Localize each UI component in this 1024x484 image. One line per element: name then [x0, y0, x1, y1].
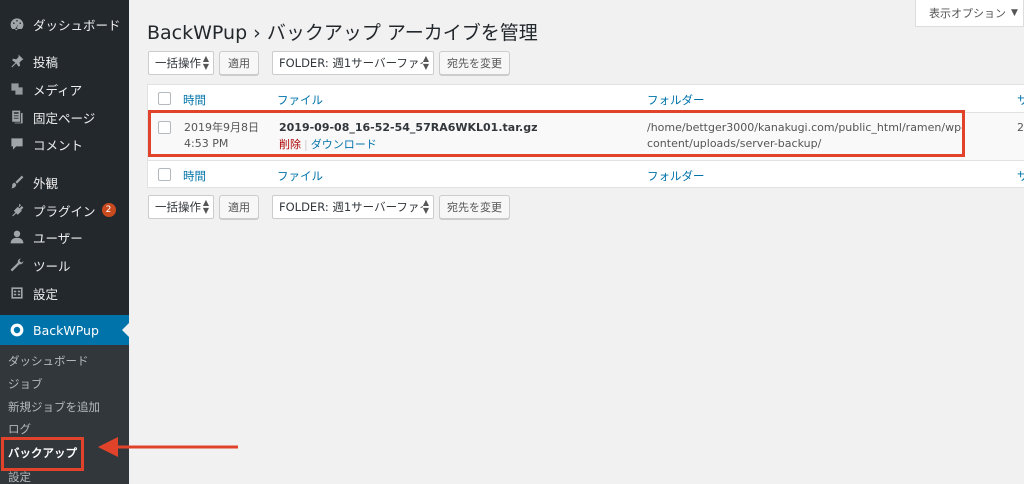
menu-item-dashboard[interactable]: ダッシュボード — [0, 11, 129, 37]
page-icon — [8, 108, 26, 126]
menu-label: 外観 — [33, 175, 59, 191]
plugin-update-badge: 2 — [101, 203, 116, 217]
menu-item-settings[interactable]: 設定 — [0, 280, 129, 306]
column-time[interactable]: 時間 — [183, 92, 206, 108]
column-file[interactable]: ファイル — [277, 168, 323, 184]
menu-label: 設定 — [33, 286, 59, 302]
pin-icon — [8, 52, 26, 70]
row-highlight-box — [148, 110, 965, 157]
menu-item-media[interactable]: メディア — [0, 76, 129, 102]
bulk-action-value: 一括操作 — [155, 200, 201, 214]
folder-select-bottom[interactable]: FOLDER: 週1サーバーファイ ▲ ▼ — [272, 195, 434, 219]
select-all-checkbox-bottom[interactable] — [158, 168, 171, 181]
submenu-item-jobs[interactable]: ジョブ — [8, 376, 43, 392]
plugin-icon — [8, 201, 26, 219]
bulk-action-value: 一括操作 — [155, 56, 201, 70]
backwpup-icon — [8, 321, 26, 339]
tablenav-top: 一括操作 ▲ ▼ 適用 FOLDER: 週1サーバーファイ ▲ ▼ 宛先を変更 — [148, 51, 668, 75]
page-title: BackWPup › バックアップ アーカイブを管理 — [147, 22, 538, 44]
brush-icon — [8, 173, 26, 191]
menu-item-appearance[interactable]: 外観 — [0, 169, 129, 195]
tablenav-bottom: 一括操作 ▲ ▼ 適用 FOLDER: 週1サーバーファイ ▲ ▼ 宛先を変更 — [148, 195, 668, 219]
backups-highlight-box — [1, 437, 84, 471]
menu-item-plugins[interactable]: プラグイン 2 — [0, 197, 129, 223]
submenu-item-dashboard[interactable]: ダッシュボード — [8, 353, 89, 369]
screen-options-label: 表示オプション — [929, 7, 1006, 20]
select-all-checkbox[interactable] — [158, 92, 171, 105]
select-arrows-icon: ▲ ▼ — [422, 54, 429, 71]
user-icon — [8, 228, 26, 246]
menu-item-pages[interactable]: 固定ページ — [0, 104, 129, 130]
table-footer: 時間 ファイル フォルダー サ — [148, 160, 1024, 188]
submenu-item-add-job[interactable]: 新規ジョブを追加 — [8, 399, 100, 415]
row-size: 2 — [1017, 121, 1024, 134]
apply-button[interactable]: 適用 — [219, 51, 259, 75]
select-arrows-icon: ▲ ▼ — [422, 198, 429, 215]
media-icon — [8, 80, 26, 98]
chevron-down-icon: ▼ — [1011, 8, 1018, 18]
column-folder[interactable]: フォルダー — [647, 168, 705, 184]
menu-item-posts[interactable]: 投稿 — [0, 48, 129, 74]
menu-label: 投稿 — [33, 54, 59, 70]
menu-label: コメント — [33, 137, 84, 153]
bulk-action-select-bottom[interactable]: 一括操作 ▲ ▼ — [148, 195, 214, 219]
column-size[interactable]: サ — [1017, 168, 1024, 184]
submenu-item-logs[interactable]: ログ — [8, 421, 31, 437]
menu-item-comments[interactable]: コメント — [0, 131, 129, 157]
change-destination-button[interactable]: 宛先を変更 — [439, 51, 510, 75]
comment-icon — [8, 135, 26, 153]
select-arrows-icon: ▲ ▼ — [202, 198, 209, 215]
folder-select-value: FOLDER: 週1サーバーファイ — [279, 200, 431, 214]
screen-options-toggle[interactable]: 表示オプション ▼ — [915, 0, 1024, 27]
menu-item-tools[interactable]: ツール — [0, 252, 129, 278]
pointer-arrow — [98, 437, 238, 457]
column-folder[interactable]: フォルダー — [647, 92, 705, 108]
menu-label: BackWPup — [33, 322, 99, 338]
column-size[interactable]: サ — [1017, 92, 1024, 108]
dashboard-icon — [8, 15, 26, 33]
submenu-item-settings[interactable]: 設定 — [8, 469, 31, 484]
menu-label: ダッシュボード — [33, 17, 121, 33]
menu-item-backwpup[interactable]: BackWPup — [0, 315, 129, 345]
menu-label: ユーザー — [33, 230, 83, 246]
change-destination-button-bottom[interactable]: 宛先を変更 — [439, 195, 510, 219]
menu-label: 固定ページ — [33, 110, 96, 126]
column-file[interactable]: ファイル — [277, 92, 323, 108]
wrench-icon — [8, 256, 26, 274]
select-arrows-icon: ▲ ▼ — [202, 54, 209, 71]
bulk-action-select[interactable]: 一括操作 ▲ ▼ — [148, 51, 214, 75]
menu-label: プラグイン — [33, 203, 96, 219]
menu-label: メディア — [33, 82, 83, 98]
table-header: 時間 ファイル フォルダー サ — [148, 85, 1024, 113]
settings-icon — [8, 284, 26, 302]
folder-select-value: FOLDER: 週1サーバーファイ — [279, 56, 431, 70]
column-time[interactable]: 時間 — [183, 168, 206, 184]
folder-select[interactable]: FOLDER: 週1サーバーファイ ▲ ▼ — [272, 51, 434, 75]
menu-item-users[interactable]: ユーザー — [0, 224, 129, 250]
menu-label: ツール — [33, 258, 71, 274]
apply-button-bottom[interactable]: 適用 — [219, 195, 259, 219]
